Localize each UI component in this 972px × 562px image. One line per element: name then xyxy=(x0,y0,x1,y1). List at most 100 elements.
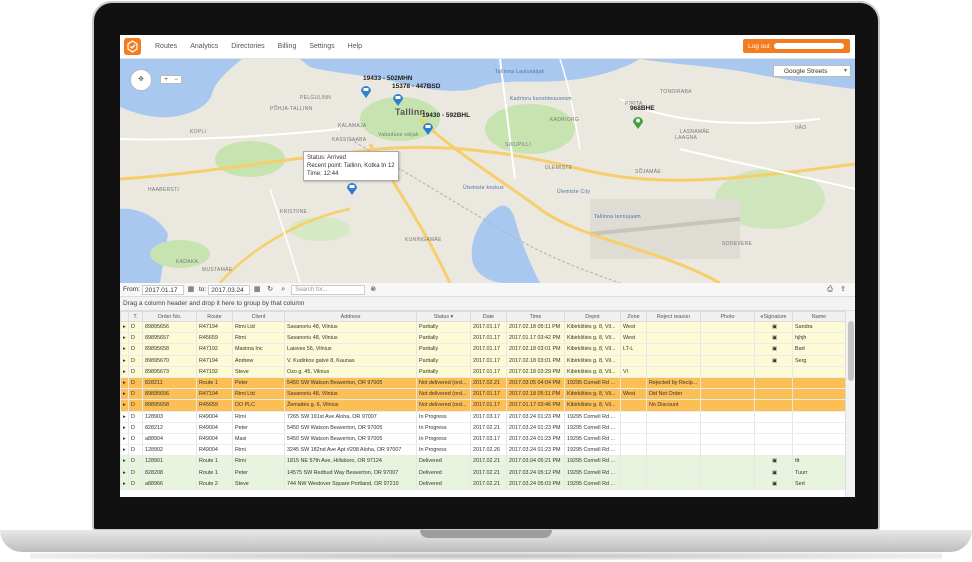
table-cell: 19295 Cornell Rd ... xyxy=(564,433,621,446)
vehicle-marker-icon[interactable] xyxy=(346,181,358,195)
table-row[interactable]: ▸ D 828212 R49004 Peter 5450 SW Watson Beaver… xyxy=(120,422,846,434)
table-cell: Peter xyxy=(232,422,285,434)
table-cell xyxy=(620,411,647,423)
clear-search-icon[interactable]: ⊗ xyxy=(368,285,378,295)
table-cell xyxy=(700,433,755,446)
expand-row-icon[interactable]: ▸ xyxy=(120,343,129,356)
expand-row-icon[interactable]: ▸ xyxy=(120,321,129,334)
scroll-thumb[interactable] xyxy=(848,321,854,381)
expand-row-icon[interactable]: ▸ xyxy=(120,433,129,446)
table-row[interactable]: ▸ D 828211 Route 1 Peter 5450 SW Watson Beave… xyxy=(120,377,846,390)
table-cell xyxy=(700,355,755,367)
table-cell: Kibirkštiės g. 8, Vil... xyxy=(564,343,621,356)
map-place: Vabaduse väljak xyxy=(378,132,419,138)
column-header[interactable]: Date xyxy=(470,311,507,322)
logout-button[interactable]: Log out xyxy=(743,39,850,53)
nav-settings[interactable]: Settings xyxy=(309,43,334,50)
column-header[interactable]: Order No. xyxy=(142,311,197,322)
table-cell: 2017.02.18 03:01 PM xyxy=(506,343,565,356)
table-row[interactable]: ▸ D 128902 R49004 Rimi 3245 SW 182nd Ave Apt … xyxy=(120,444,846,457)
app-logo[interactable] xyxy=(124,38,141,55)
map-place: SÕJAMÄE xyxy=(635,169,661,175)
column-header[interactable]: Photo xyxy=(700,311,755,322)
group-drop-zone[interactable]: Drag a column header and drop it here to… xyxy=(120,297,855,311)
table-cell: D xyxy=(128,444,143,457)
expand-row-icon[interactable]: ▸ xyxy=(120,355,129,367)
expand-row-icon[interactable]: ▸ xyxy=(120,332,129,345)
column-header[interactable]: Reject reason xyxy=(646,311,701,322)
expand-row-icon[interactable]: ▸ xyxy=(120,366,129,378)
map-layer-select[interactable]: Google Streets xyxy=(773,65,851,77)
column-header[interactable]: Route xyxy=(196,311,233,322)
table-row[interactable]: ▸ D 89895656 R47194 Rimi Ltd Savanoriu 48, Vi… xyxy=(120,388,846,401)
column-header[interactable]: Time xyxy=(506,311,565,322)
table-row[interactable]: ▸ D 89895657 R45659 Rimi Savanoriu 48, Vilniu… xyxy=(120,332,846,345)
export-icon[interactable]: ⇪ xyxy=(838,285,848,295)
column-header[interactable]: Client xyxy=(232,311,285,322)
table-row[interactable]: ▸ D 128903 R49004 Rimi 7265 SW 191st Ave Aloh… xyxy=(120,411,846,423)
table-row[interactable]: ▸ D 89895658 R47192 Maxima Inc Laisves 56, Vi… xyxy=(120,343,846,356)
nav-directories[interactable]: Directories xyxy=(231,43,264,50)
table-cell xyxy=(620,455,647,468)
column-header[interactable]: Name xyxy=(792,311,846,322)
table-row[interactable]: ▸ D 828208 Route 1 Peter 14575 SW Redbud Way … xyxy=(120,466,846,479)
nav-routes[interactable]: Routes xyxy=(155,43,177,50)
zoom-in-icon[interactable]: + xyxy=(164,77,168,83)
nav-help[interactable]: Help xyxy=(348,43,362,50)
calendar-icon[interactable]: ▦ xyxy=(252,285,262,295)
grid-scrollbar[interactable] xyxy=(845,311,855,497)
table-cell: 2017.01.17 03:42 PM xyxy=(506,332,565,345)
calendar-icon[interactable]: ▦ xyxy=(186,285,196,295)
table-row[interactable]: ▸ Da88904 R49004 Maxi 5450 SW Watson Beavert… xyxy=(120,433,846,446)
expand-row-icon[interactable]: ▸ xyxy=(120,411,129,423)
table-row[interactable]: ▸ D 89895673 R47192 Steve Ozo g. 45, Vilnius P… xyxy=(120,366,846,378)
column-header[interactable]: Address xyxy=(284,311,417,322)
expand-row-icon[interactable]: ▸ xyxy=(120,399,129,412)
vehicle-marker-icon[interactable] xyxy=(392,92,404,106)
map-view[interactable]: ✥ +− Google Streets Tallinn PELGULINN PÕ… xyxy=(120,59,855,283)
search-input[interactable]: Search for... xyxy=(291,284,366,295)
expand-row-icon[interactable]: ▸ xyxy=(120,478,129,490)
table-row[interactable]: ▸ D 128901 Route 1 Rimi 1815 NE 57th Ave, Hil… xyxy=(120,455,846,468)
expand-row-icon[interactable]: ▸ xyxy=(120,444,129,457)
column-header[interactable]: eSignature xyxy=(754,311,793,322)
zoom-out-icon[interactable]: − xyxy=(174,77,178,83)
table-row[interactable]: ▸ Da88966 Route 2 Steve 744 NW Westover Squa… xyxy=(120,478,846,490)
table-cell: Rimi Ltd xyxy=(232,388,285,401)
expand-row-icon[interactable]: ▸ xyxy=(120,422,129,434)
table-cell: R49004 xyxy=(196,433,233,446)
column-header[interactable]: Depot xyxy=(564,311,621,322)
vehicle-label: 19430 - 592BHL xyxy=(422,112,471,119)
column-header[interactable]: T. xyxy=(128,311,143,322)
table-header: T. Order No. Route Client Address Status ▾ Dat… xyxy=(120,311,846,322)
to-label: to: xyxy=(198,286,207,293)
column-header[interactable]: Status ▾ xyxy=(416,311,471,322)
print-icon[interactable]: ⎙ xyxy=(825,285,835,295)
nav-analytics[interactable]: Analytics xyxy=(190,43,218,50)
table-cell: Savanoriu 48, Vilnius xyxy=(284,332,417,345)
refresh-icon[interactable]: ↻ xyxy=(265,285,275,295)
nav-billing[interactable]: Billing xyxy=(278,43,297,50)
search-icon[interactable]: ⌕ xyxy=(278,285,288,295)
expand-row-icon[interactable]: ▸ xyxy=(120,466,129,479)
pan-control[interactable]: ✥ xyxy=(130,69,152,91)
to-date-input[interactable]: 2017.03.24 xyxy=(208,284,251,295)
from-date-input[interactable]: 2017.01.17 xyxy=(141,284,184,295)
vehicle-marker-icon[interactable] xyxy=(422,121,434,135)
table-cell xyxy=(754,433,793,446)
vehicle-marker-icon[interactable] xyxy=(360,84,372,98)
column-header[interactable] xyxy=(120,311,129,322)
expand-row-icon[interactable]: ▸ xyxy=(120,455,129,468)
map-place: PELGULINN xyxy=(300,95,332,101)
table-cell: 89895658 xyxy=(142,399,197,412)
table-row[interactable]: ▸ D 89895670 R47194 Andrew V. Kudirkos gatvė … xyxy=(120,355,846,367)
expand-row-icon[interactable]: ▸ xyxy=(120,388,129,401)
table-row[interactable]: ▸ D 89895658 R45659 DO PLC Žemaitės g. 6, Vil… xyxy=(120,399,846,412)
vehicle-marker-icon[interactable] xyxy=(632,115,644,129)
table-row[interactable]: ▸ D 89895656 R47194 Rimi Ltd Savanoriu 48, Vi… xyxy=(120,321,846,334)
table-cell: 128902 xyxy=(142,444,197,457)
column-header[interactable]: Zone xyxy=(620,311,647,322)
zoom-control[interactable]: + − xyxy=(160,75,182,84)
expand-row-icon[interactable]: ▸ xyxy=(120,377,129,390)
orders-grid: T. Order No. Route Client Address Status ▾ Dat… xyxy=(120,311,855,497)
